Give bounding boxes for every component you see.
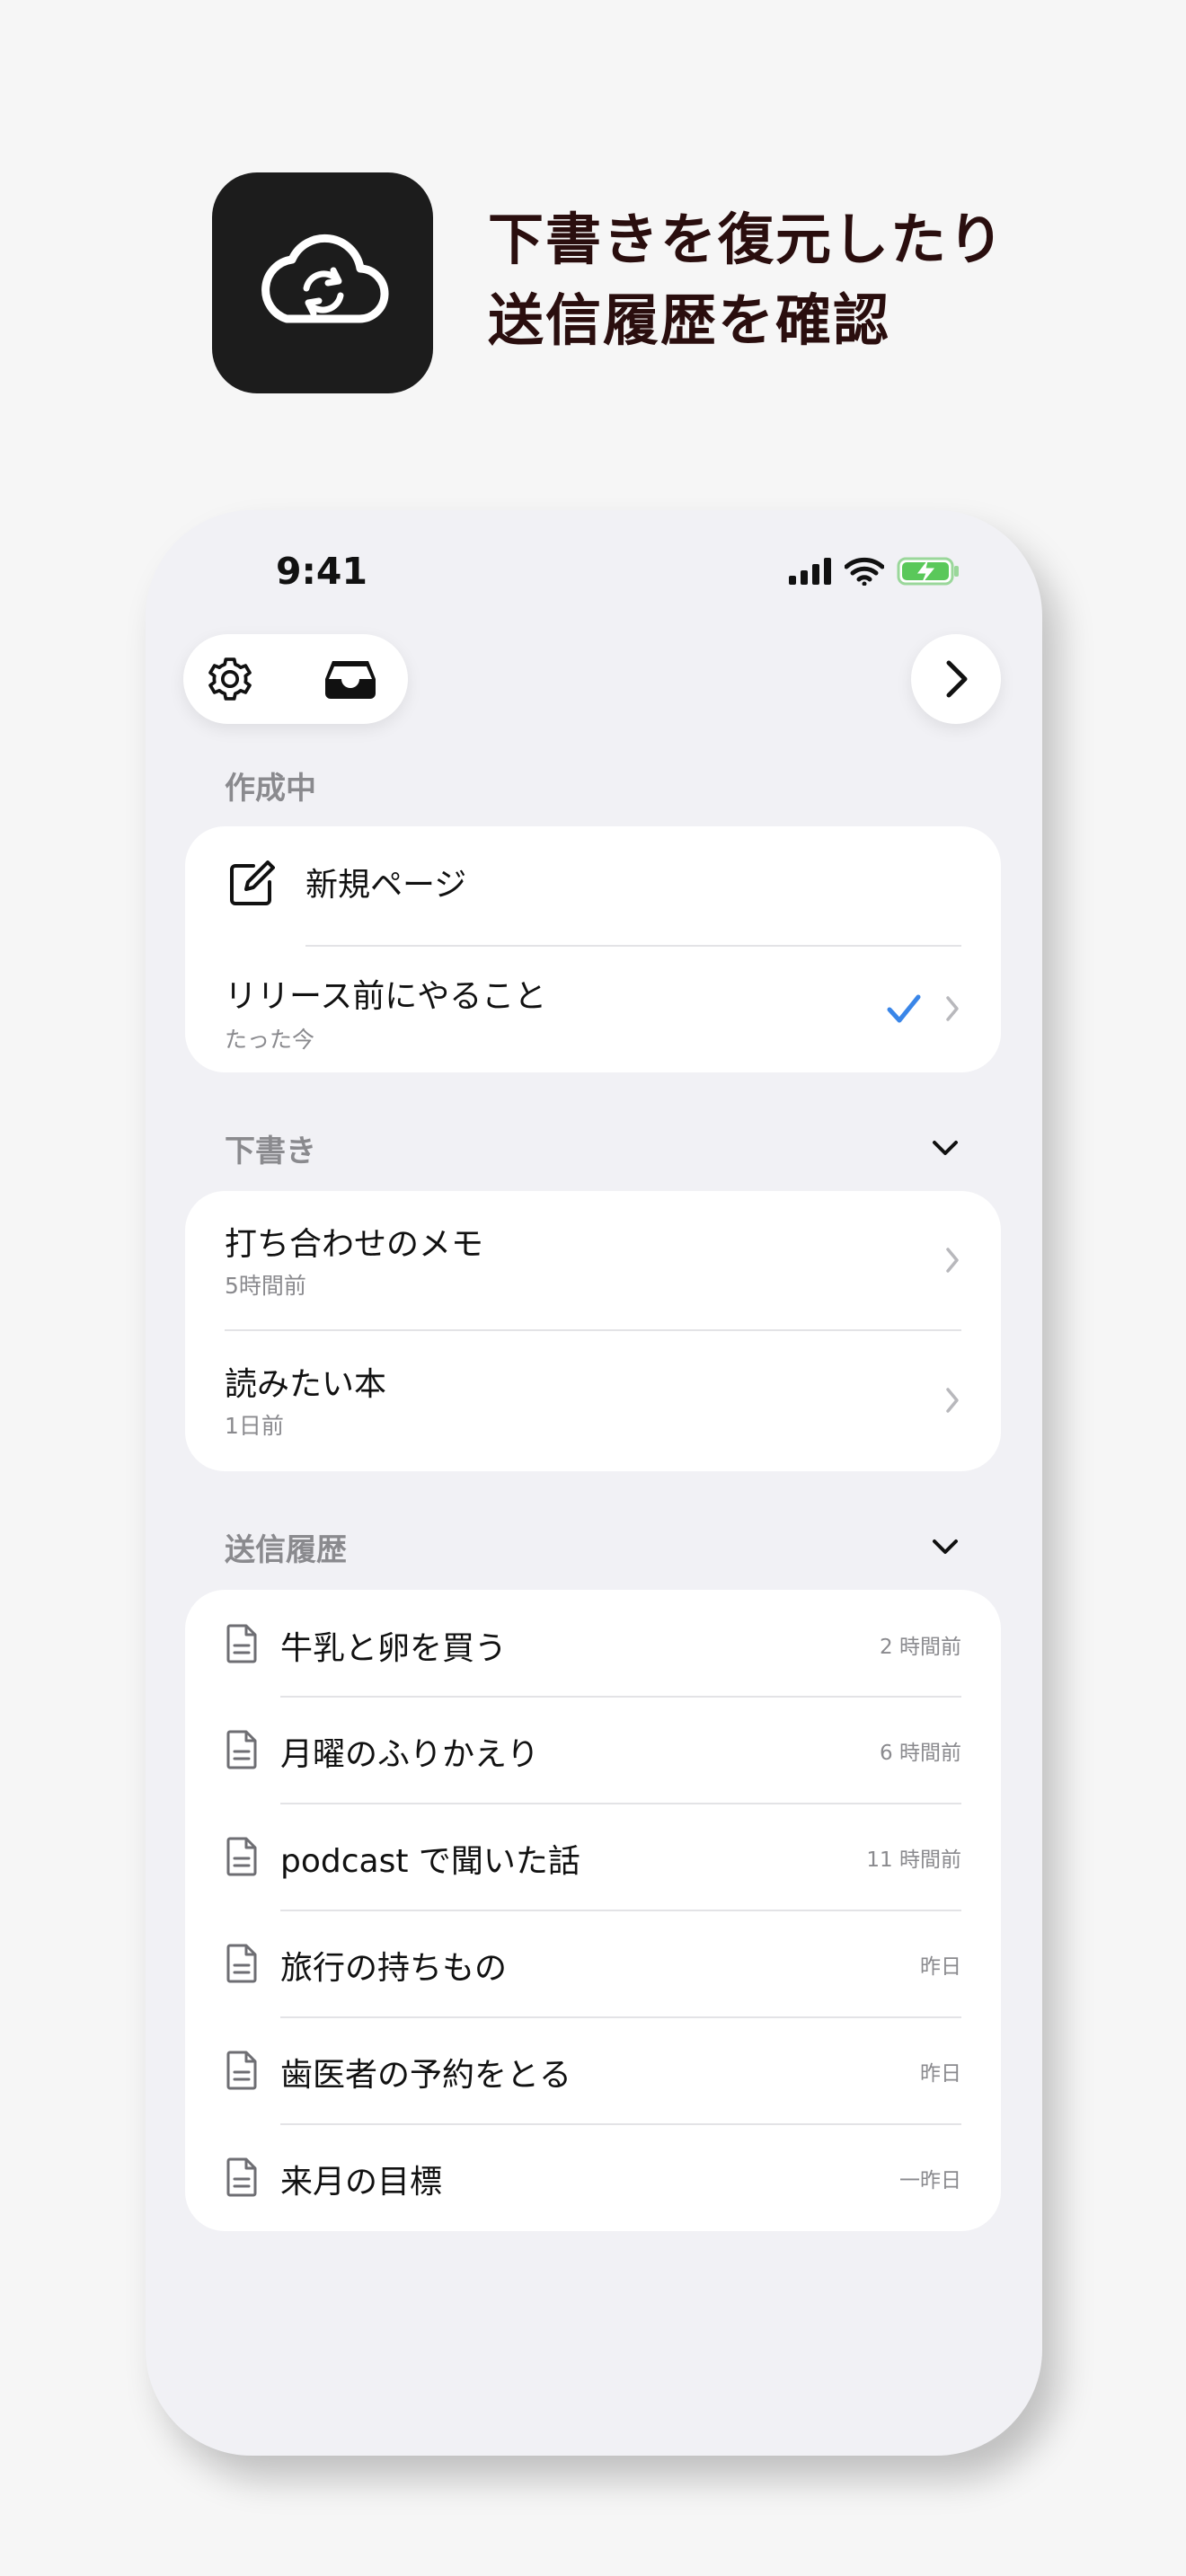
history-title: 歯医者の予約をとる: [280, 2057, 572, 2094]
chevron-right-icon: [943, 1385, 961, 1416]
inbox-button[interactable]: [323, 652, 377, 706]
history-time: 11 時間前: [866, 1848, 961, 1872]
document-icon: [226, 1624, 257, 1663]
current-draft-title: リリース前にやること: [225, 978, 547, 1015]
history-time: 2 時間前: [880, 1636, 961, 1659]
checkmark-icon: [887, 994, 921, 1023]
draft-item[interactable]: 打ち合わせのメモ 5時間前: [185, 1191, 1001, 1329]
history-item[interactable]: 月曜のふりかえり 6 時間前: [185, 1698, 1001, 1803]
draft-item[interactable]: 読みたい本 1日前: [185, 1331, 1001, 1471]
history-item[interactable]: 来月の目標 一昨日: [185, 2125, 1001, 2231]
history-title: 牛乳と卵を買う: [280, 1630, 508, 1667]
draft-subtitle: 5時間前: [225, 1273, 306, 1299]
draft-subtitle: 1日前: [225, 1413, 284, 1439]
headline-line-2: 送信履歴を確認: [488, 287, 891, 353]
document-icon: [226, 2051, 257, 2090]
next-button[interactable]: [911, 634, 1001, 724]
new-page-label: 新規ページ: [305, 867, 467, 904]
history-item[interactable]: 旅行の持ちもの 昨日: [185, 1911, 1001, 2016]
history-time: 6 時間前: [880, 1742, 961, 1765]
drafts-card: 打ち合わせのメモ 5時間前 読みたい本 1日前: [185, 1191, 1001, 1471]
history-time: 昨日: [920, 1955, 961, 1979]
settings-button[interactable]: [203, 652, 257, 706]
document-icon: [226, 2157, 257, 2197]
history-time: 一昨日: [899, 2169, 961, 2192]
wifi-icon: [845, 557, 884, 586]
battery-charging-icon: [897, 557, 959, 586]
headline-line-1: 下書きを復元したり: [488, 207, 1006, 272]
section-header-history: 送信履歴: [225, 1532, 347, 1568]
status-icons: [789, 557, 961, 586]
section-header-drafts: 下書き: [225, 1134, 316, 1169]
history-title: podcast で聞いた話: [280, 1843, 580, 1880]
status-time: 9:41: [276, 550, 367, 593]
chevron-right-icon: [943, 993, 961, 1024]
current-draft-subtitle: たった今: [225, 1027, 315, 1053]
document-icon: [226, 1944, 257, 1983]
cellular-signal-icon: [789, 558, 831, 585]
new-page-row[interactable]: 新規ページ: [185, 826, 1001, 945]
chevron-down-icon: [933, 1539, 958, 1554]
history-time: 昨日: [920, 2062, 961, 2086]
chevron-down-icon: [933, 1141, 958, 1155]
draft-title: 打ち合わせのメモ: [225, 1226, 484, 1263]
history-item[interactable]: podcast で聞いた話 11 時間前: [185, 1804, 1001, 1910]
composing-card: 新規ページ リリース前にやること たった今: [185, 826, 1001, 1072]
inbox-tray-icon: [325, 661, 376, 699]
cloud-sync-icon: [261, 234, 389, 323]
history-title: 旅行の持ちもの: [280, 1950, 508, 1987]
drafts-collapse-toggle[interactable]: [927, 1130, 963, 1166]
history-title: 月曜のふりかえり: [280, 1736, 540, 1773]
history-item[interactable]: 歯医者の予約をとる 昨日: [185, 2018, 1001, 2123]
phone-screen: 9:41 作成中 新規ページ リリース前にやること たった今 下書き 打ち合わせ…: [146, 510, 1042, 2456]
app-icon: [212, 172, 433, 393]
chevron-right-icon: [946, 660, 968, 698]
chevron-right-icon: [943, 1245, 961, 1275]
draft-title: 読みたい本: [225, 1366, 387, 1403]
gear-icon: [208, 657, 252, 701]
document-icon: [226, 1837, 257, 1876]
document-icon: [226, 1730, 257, 1769]
promo-headline: 下書きを復元したり 送信履歴を確認: [488, 199, 1135, 361]
compose-icon: [230, 860, 275, 905]
history-card: 牛乳と卵を買う 2 時間前 月曜のふりかえり 6 時間前 podcast で聞い…: [185, 1590, 1001, 2231]
history-item[interactable]: 牛乳と卵を買う 2 時間前: [185, 1590, 1001, 1696]
toolbar-pill: [183, 634, 408, 724]
history-collapse-toggle[interactable]: [927, 1529, 963, 1565]
current-draft-row[interactable]: リリース前にやること たった今: [185, 947, 1001, 1072]
section-header-composing: 作成中: [225, 771, 316, 807]
history-title: 来月の目標: [280, 2164, 443, 2201]
